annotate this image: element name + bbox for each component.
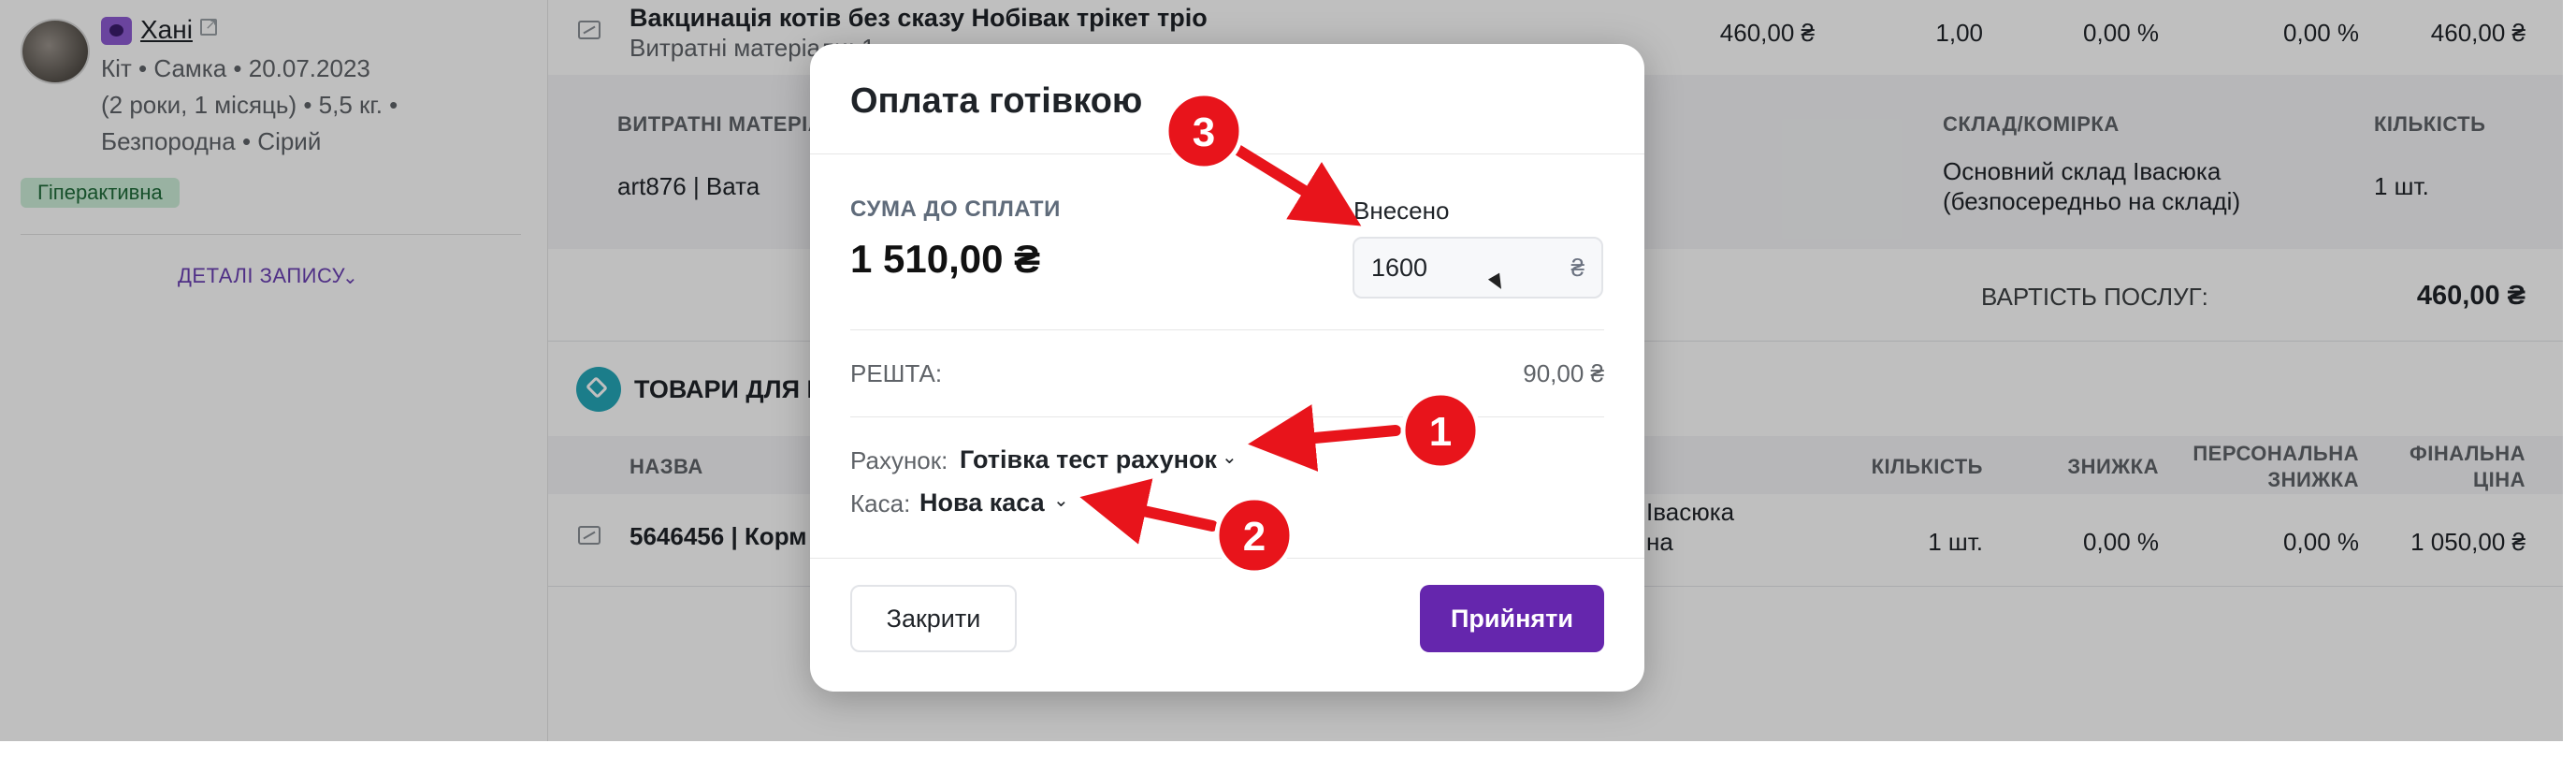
divider <box>850 329 1604 330</box>
divider <box>810 153 1644 154</box>
amount-due-label: СУМА ДО СПЛАТИ <box>850 197 1061 222</box>
accept-button[interactable]: Прийняти <box>1420 585 1604 652</box>
change-label: РЕШТА: <box>850 359 943 387</box>
currency-symbol: ₴ <box>1570 254 1585 282</box>
close-button[interactable]: Закрити <box>850 585 1017 652</box>
account-label: Рахунок: <box>850 446 948 474</box>
cash-payment-modal: Оплата готівкою СУМА ДО СПЛАТИ 1 510,00 … <box>810 44 1644 692</box>
cashbox-select[interactable]: Нова каса <box>919 488 1045 517</box>
divider <box>850 416 1604 417</box>
chevron-down-icon[interactable]: ⌄ <box>1222 445 1237 469</box>
account-select[interactable]: Готівка тест рахунок <box>960 445 1217 474</box>
paid-amount-value: 1600 <box>1371 254 1428 282</box>
modal-title: Оплата готівкою <box>850 81 1143 121</box>
paid-amount-input[interactable]: 1600 ₴ <box>1353 237 1603 299</box>
cashbox-label: Каса: <box>850 489 911 517</box>
chevron-down-icon[interactable]: ⌄ <box>1053 488 1069 512</box>
paid-amount-label: Внесено <box>1353 197 1450 225</box>
app: Хані Кіт • Самка • 20.07.2023 (2 роки, 1… <box>0 0 2563 741</box>
change-value: 90,00 ₴ <box>1523 359 1604 387</box>
amount-due-value: 1 510,00 ₴ <box>850 237 1041 281</box>
divider <box>810 558 1644 559</box>
